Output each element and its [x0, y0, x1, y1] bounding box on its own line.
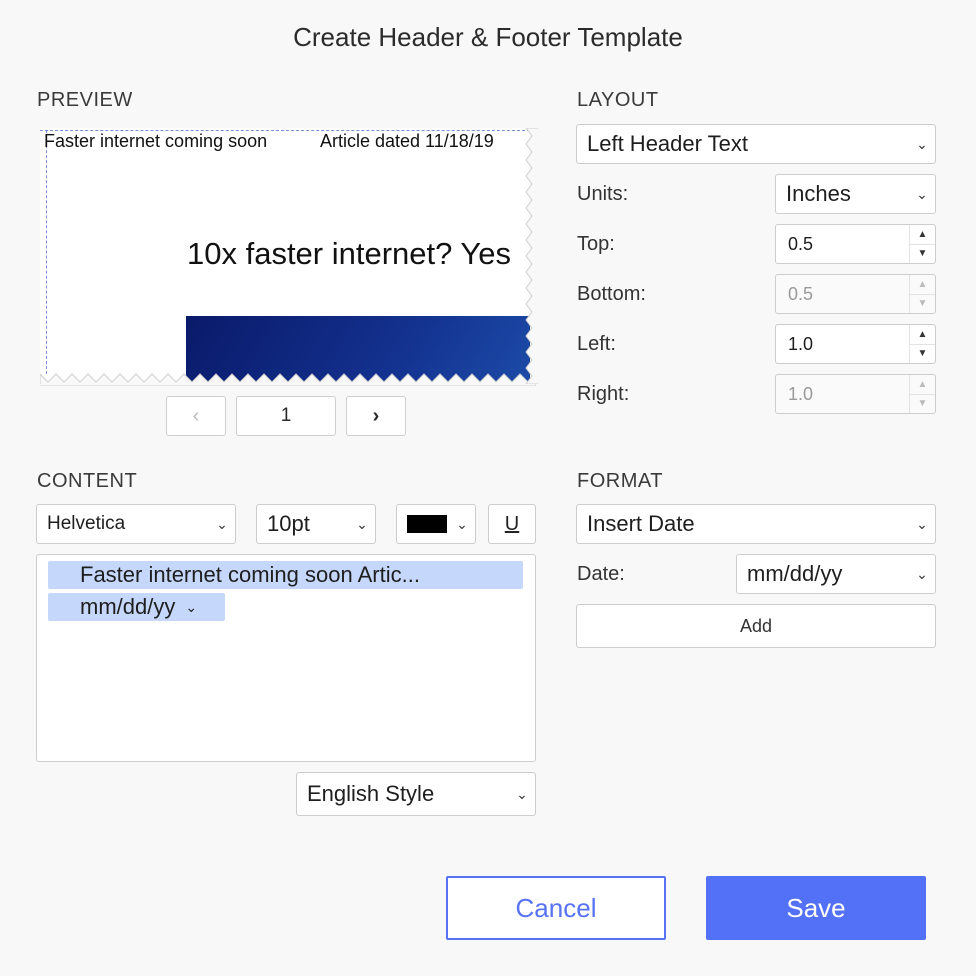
chevron-down-icon: ⌄ — [216, 515, 228, 532]
date-token-label: mm/dd/yy — [80, 594, 176, 619]
chevron-down-icon: ⌄ — [516, 785, 528, 802]
preview-section-label: PREVIEW — [37, 89, 133, 111]
units-label: Units: — [577, 183, 629, 205]
position-value: Left Header Text — [587, 131, 749, 156]
date-style-value: English Style — [307, 781, 435, 806]
torn-edge-right — [525, 128, 538, 384]
date-label: Date: — [577, 563, 625, 585]
prev-page-button[interactable]: ‹ — [166, 396, 226, 436]
font-select[interactable]: Helvetica ⌄ — [36, 504, 236, 544]
chevron-down-icon: ⌄ — [356, 515, 368, 532]
right-label: Right: — [577, 383, 630, 405]
underline-button[interactable]: U — [488, 504, 536, 544]
chevron-down-icon: ⌄ — [916, 135, 928, 152]
bottom-stepper[interactable]: 0.5 ▲ ▼ — [775, 274, 936, 314]
chevron-down-icon[interactable]: ▼ — [910, 393, 935, 414]
left-margin-guide — [46, 130, 47, 374]
chevron-up-icon[interactable]: ▲ — [910, 275, 935, 294]
units-value: Inches — [786, 181, 851, 206]
date-style-select[interactable]: English Style ⌄ — [296, 772, 536, 816]
date-format-select[interactable]: mm/dd/yy ⌄ — [736, 554, 936, 594]
preview-header-date: Article dated 11/18/19 — [320, 131, 494, 151]
units-select[interactable]: Inches ⌄ — [775, 174, 936, 214]
left-value: 1.0 — [788, 333, 814, 354]
insert-value: Insert Date — [587, 511, 695, 536]
chevron-down-icon[interactable]: ⌄ — [185, 599, 197, 616]
chevron-down-icon[interactable]: ▼ — [910, 243, 935, 264]
format-section-label: FORMAT — [577, 470, 663, 492]
top-value: 0.5 — [788, 233, 814, 254]
top-stepper[interactable]: 0.5 ▲ ▼ — [775, 224, 936, 264]
page-number: 1 — [236, 396, 336, 436]
preview-header-text: Faster internet coming soon — [44, 131, 268, 151]
preview-headline: 10x faster internet? Yes — [187, 236, 512, 271]
torn-edge-bottom — [40, 373, 536, 386]
right-value: 1.0 — [788, 383, 814, 404]
date-format-value: mm/dd/yy — [747, 561, 843, 586]
bottom-value: 0.5 — [788, 283, 814, 304]
chevron-down-icon: ⌄ — [916, 515, 928, 532]
chevron-up-icon[interactable]: ▲ — [910, 325, 935, 344]
chevron-up-icon[interactable]: ▲ — [910, 375, 935, 394]
font-size-select[interactable]: 10pt ⌄ — [256, 504, 376, 544]
cancel-button[interactable]: Cancel — [446, 876, 666, 940]
font-value: Helvetica — [47, 513, 126, 534]
layout-section-label: LAYOUT — [577, 89, 659, 111]
color-select[interactable]: ⌄ — [396, 504, 476, 544]
color-swatch — [407, 515, 447, 533]
chevron-down-icon[interactable]: ▼ — [910, 343, 935, 364]
chevron-down-icon: ⌄ — [916, 565, 928, 582]
header-text-token[interactable]: Faster internet coming soon Artic... — [48, 561, 523, 589]
date-token[interactable]: mm/dd/yy ⌄ — [48, 593, 225, 621]
chevron-down-icon: ⌄ — [456, 515, 468, 532]
font-size-value: 10pt — [267, 511, 310, 536]
content-section-label: CONTENT — [37, 470, 138, 492]
chevron-down-icon[interactable]: ▼ — [910, 293, 935, 314]
chevron-down-icon: ⌄ — [916, 185, 928, 202]
add-button[interactable]: Add — [576, 604, 936, 648]
position-select[interactable]: Left Header Text ⌄ — [576, 124, 936, 164]
bottom-label: Bottom: — [577, 283, 646, 305]
top-label: Top: — [577, 233, 615, 255]
right-stepper[interactable]: 1.0 ▲ ▼ — [775, 374, 936, 414]
left-label: Left: — [577, 333, 616, 355]
dialog-title: Create Header & Footer Template — [293, 22, 683, 52]
next-page-button[interactable]: › — [346, 396, 406, 436]
chevron-up-icon[interactable]: ▲ — [910, 225, 935, 244]
insert-select[interactable]: Insert Date ⌄ — [576, 504, 936, 544]
left-stepper[interactable]: 1.0 ▲ ▼ — [775, 324, 936, 364]
save-button[interactable]: Save — [706, 876, 926, 940]
